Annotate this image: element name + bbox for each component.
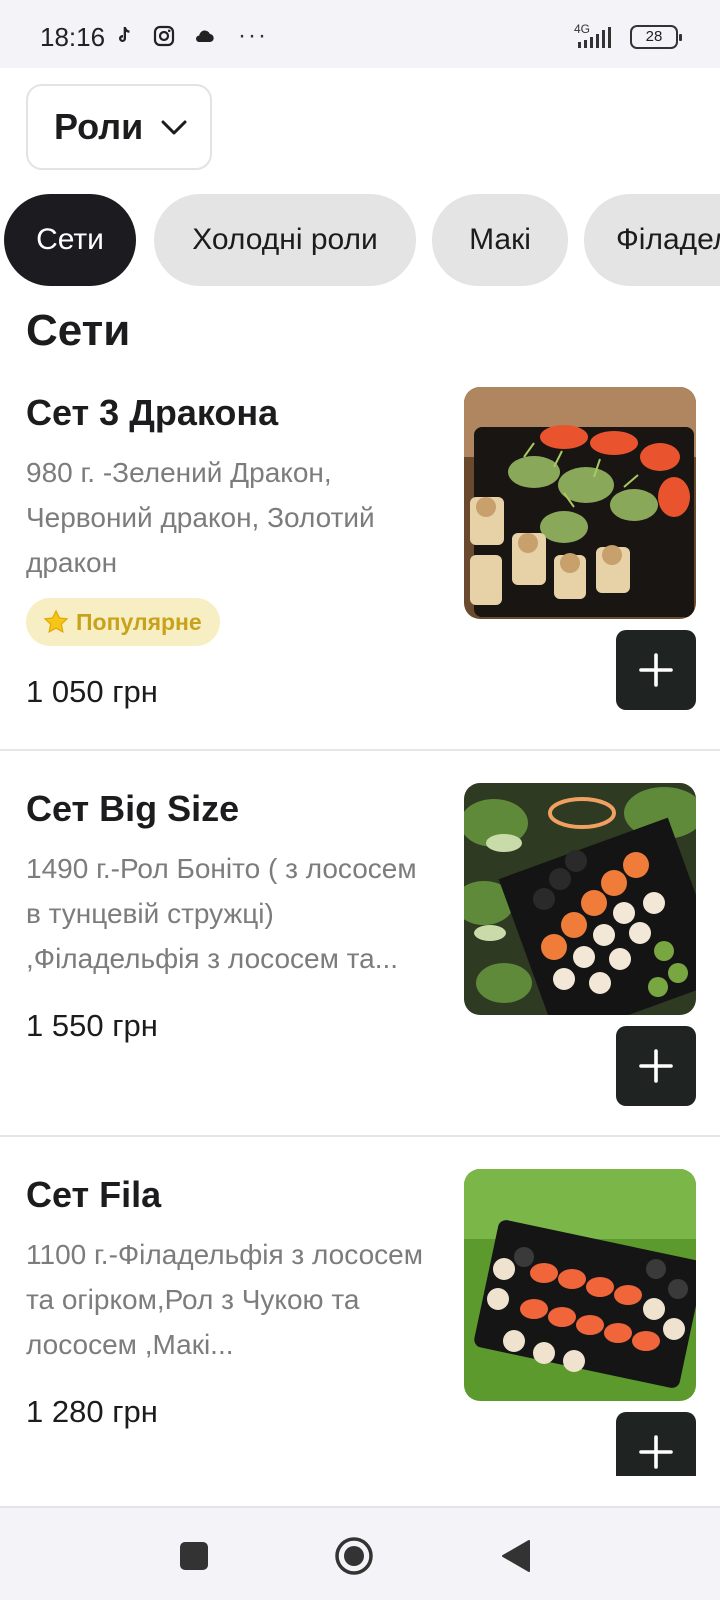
popular-badge: Популярне <box>26 598 220 646</box>
add-to-cart-button[interactable] <box>616 1026 696 1106</box>
back-triangle-icon <box>502 1540 530 1572</box>
recent-apps-button[interactable] <box>172 1534 216 1578</box>
category-dropdown-value: Роли <box>54 106 144 147</box>
product-photo[interactable] <box>464 783 696 1015</box>
plus-icon <box>639 653 673 687</box>
home-button[interactable] <box>332 1534 376 1578</box>
product-description: 1490 г.-Рол Боніто ( з лососем в тунцеві… <box>26 853 417 974</box>
signal-icon: 4G <box>572 22 618 50</box>
system-navigation-bar <box>0 1506 720 1600</box>
tab-label: Холодні роли <box>192 223 378 256</box>
product-name: Сет 3 Дракона <box>26 392 279 433</box>
plus-icon <box>639 1435 673 1469</box>
product-description: 980 г. -Зелений Дракон, Червоний дракон,… <box>26 457 375 578</box>
instagram-icon <box>153 25 175 47</box>
status-time: 18:16 <box>40 22 106 52</box>
status-notification-icons: ··· <box>112 24 268 48</box>
tab-filadelfiia[interactable]: Філадельфія <box>584 194 720 286</box>
product-photo[interactable] <box>464 387 696 619</box>
product-price: 1 280 грн <box>26 1394 158 1429</box>
product-name: Сет Fila <box>26 1174 162 1215</box>
subcategory-tabs: Сети Холодні роли Макі Філадельфія <box>0 194 720 286</box>
tab-sety[interactable]: Сети <box>4 194 136 286</box>
divider <box>0 749 720 751</box>
network-type: 4G <box>574 22 591 36</box>
product-photo[interactable] <box>464 1169 696 1401</box>
battery-icon: 28 <box>630 25 682 49</box>
add-to-cart-button[interactable] <box>616 630 696 710</box>
back-button[interactable] <box>494 1534 538 1578</box>
tab-kholodni-roly[interactable]: Холодні роли <box>154 194 416 286</box>
category-dropdown[interactable]: Роли <box>26 84 212 170</box>
add-to-cart-button[interactable] <box>616 1412 696 1476</box>
section-title: Сети <box>26 306 131 355</box>
cloud-icon <box>196 30 214 43</box>
product-price: 1 050 грн <box>26 674 158 709</box>
square-icon <box>180 1542 208 1570</box>
more-notifications-icon: ··· <box>238 22 268 49</box>
home-circle-icon <box>335 1537 373 1575</box>
status-bar: 18:16 ··· 4G 28 <box>0 0 720 68</box>
product-price: 1 550 грн <box>26 1008 158 1043</box>
product-name: Сет Big Size <box>26 788 240 829</box>
divider <box>0 1135 720 1137</box>
star-icon <box>43 609 69 634</box>
chevron-down-icon <box>161 120 187 135</box>
tab-label: Макі <box>469 223 531 256</box>
product-description: 1100 г.-Філадельфія з лососем та огірком… <box>26 1239 423 1360</box>
tab-label: Філадельфія <box>616 223 720 256</box>
tab-label: Сети <box>36 223 104 256</box>
tiktok-icon <box>119 27 130 43</box>
badge-label: Популярне <box>76 608 202 635</box>
status-system-icons: 4G 28 <box>572 22 682 50</box>
tab-maki[interactable]: Макі <box>432 194 568 286</box>
plus-icon <box>639 1049 673 1083</box>
